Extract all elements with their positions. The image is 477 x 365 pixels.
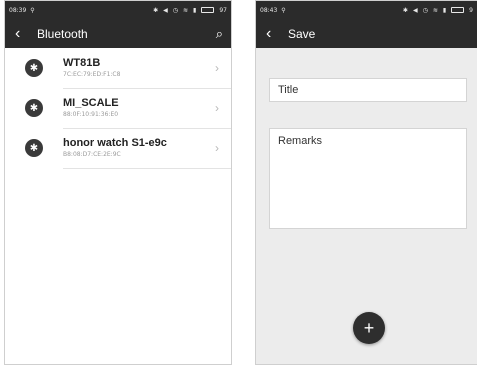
list-item[interactable]: ✱ WT81B 7C:EC:79:ED:F1:C8 › <box>5 48 231 89</box>
device-list: ✱ WT81B 7C:EC:79:ED:F1:C8 › ✱ MI_SCALE 8… <box>5 48 231 169</box>
alarm-icon: ◷ <box>422 6 428 14</box>
bluetooth-screen: 08:39 ⚲ ✱ ◀ ◷ ≋ ▮ 97 ‹ Bluetooth ⌕ ✱ WT8… <box>4 0 232 365</box>
volume-icon: ◀ <box>412 6 418 14</box>
device-name: honor watch S1-e9c <box>63 137 167 149</box>
device-mac: 7C:EC:79:ED:F1:C8 <box>63 71 121 78</box>
status-time: 08:43 <box>260 6 278 14</box>
device-text: MI_SCALE 88:0F:10:91:36:E0 <box>63 88 231 129</box>
battery-level: 9 <box>469 6 473 14</box>
add-button[interactable]: + <box>353 312 385 344</box>
device-name: WT81B <box>63 57 101 69</box>
app-bar: ‹ Save <box>256 19 477 48</box>
page-title: Save <box>288 26 316 41</box>
signal-icon: ▮ <box>193 6 197 14</box>
chevron-right-icon: › <box>215 141 219 155</box>
device-text: honor watch S1-e9c B8:08:D7:CE:2E:9C <box>63 128 231 169</box>
bluetooth-status-icon: ✱ <box>402 6 408 14</box>
device-mac: 88:0F:10:91:36:E0 <box>63 111 119 118</box>
wifi-icon: ≋ <box>183 6 189 14</box>
usb-icon: ⚲ <box>30 6 35 14</box>
status-time: 08:39 <box>9 6 27 14</box>
device-text: WT81B 7C:EC:79:ED:F1:C8 <box>63 48 231 89</box>
signal-icon: ▮ <box>442 6 447 14</box>
volume-icon: ◀ <box>163 6 168 14</box>
chevron-left-icon[interactable]: ‹ <box>15 25 29 42</box>
save-screen: 08:43 ⚲ ✱ ◀ ◷ ≋ ▮ 9 ‹ Save Title Remarks… <box>255 0 477 365</box>
list-item[interactable]: ✱ honor watch S1-e9c B8:08:D7:CE:2E:9C › <box>5 128 231 169</box>
bluetooth-icon: ✱ <box>25 99 43 117</box>
app-bar: ‹ Bluetooth ⌕ <box>5 19 231 48</box>
list-item[interactable]: ✱ MI_SCALE 88:0F:10:91:36:E0 › <box>5 88 231 129</box>
status-bar: 08:43 ⚲ ✱ ◀ ◷ ≋ ▮ 9 <box>256 1 477 19</box>
title-field[interactable]: Title <box>269 78 467 102</box>
device-name: MI_SCALE <box>63 97 119 109</box>
usb-icon: ⚲ <box>281 6 286 14</box>
chevron-left-icon[interactable]: ‹ <box>266 25 280 42</box>
bluetooth-status-icon: ✱ <box>153 6 159 14</box>
battery-level: 97 <box>219 6 227 14</box>
wifi-icon: ≋ <box>432 6 438 14</box>
bluetooth-icon: ✱ <box>25 59 43 77</box>
page-title: Bluetooth <box>37 26 88 41</box>
battery-icon <box>451 7 465 13</box>
status-bar: 08:39 ⚲ ✱ ◀ ◷ ≋ ▮ 97 <box>5 1 231 19</box>
battery-icon <box>201 7 215 13</box>
alarm-icon: ◷ <box>172 6 179 14</box>
search-icon[interactable]: ⌕ <box>216 26 223 42</box>
chevron-right-icon: › <box>215 61 219 75</box>
bluetooth-icon: ✱ <box>25 139 43 157</box>
remarks-field[interactable]: Remarks <box>269 128 467 229</box>
chevron-right-icon: › <box>215 101 219 115</box>
device-mac: B8:08:D7:CE:2E:9C <box>63 151 121 158</box>
